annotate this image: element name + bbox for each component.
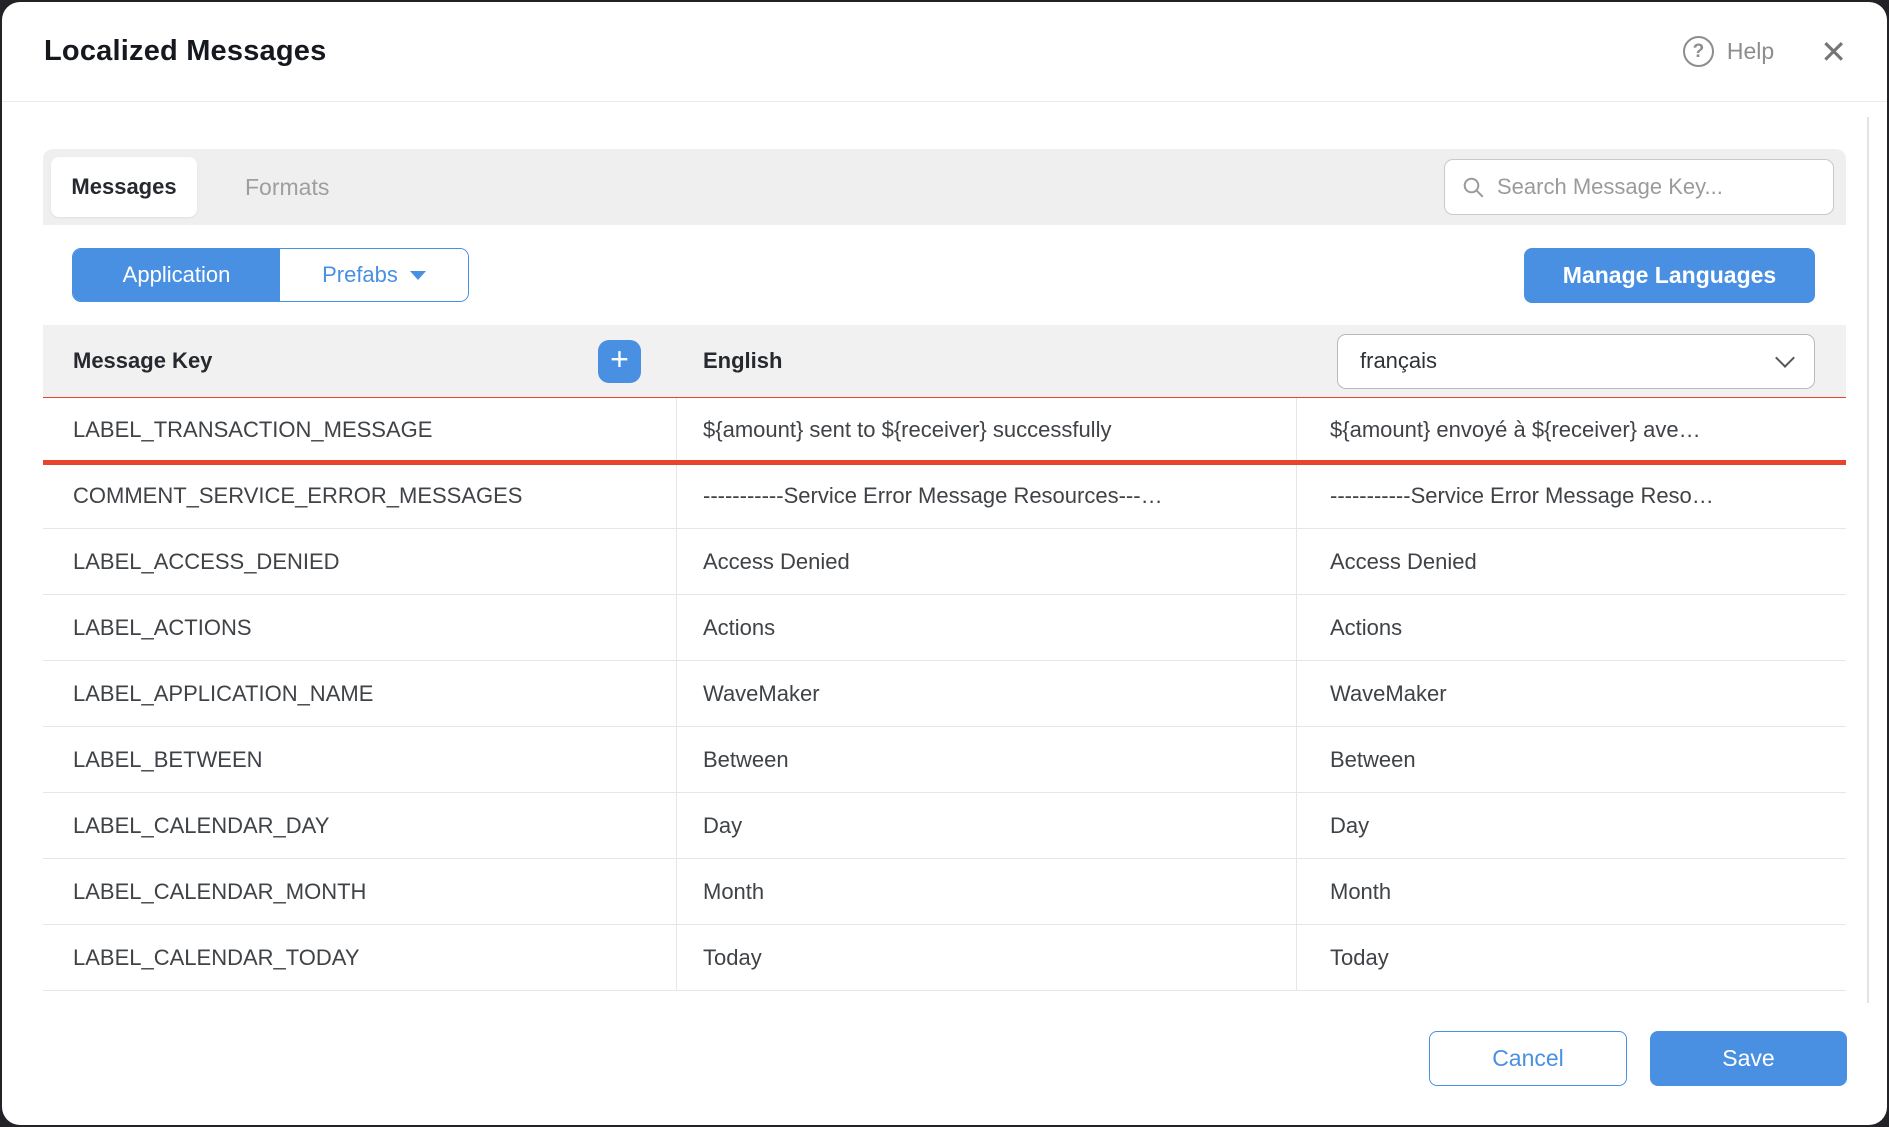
help-icon: ?: [1683, 36, 1714, 67]
english-cell[interactable]: WaveMaker: [677, 661, 1297, 726]
english-cell[interactable]: Month: [677, 859, 1297, 924]
toolbar-row: Application Prefabs Manage Languages: [43, 225, 1846, 325]
application-button[interactable]: Application: [73, 249, 280, 301]
search-input[interactable]: [1497, 174, 1817, 200]
table-row[interactable]: LABEL_ACTIONS Actions Actions: [43, 595, 1846, 661]
table-row[interactable]: COMMENT_SERVICE_ERROR_MESSAGES ---------…: [43, 463, 1846, 529]
table-body: LABEL_TRANSACTION_MESSAGE ${amount} sent…: [43, 397, 1846, 991]
prefabs-dropdown-button[interactable]: Prefabs: [280, 249, 468, 301]
message-key-cell[interactable]: LABEL_CALENDAR_TODAY: [43, 925, 677, 990]
dialog-header: Localized Messages ? Help ✕: [2, 2, 1887, 102]
page-title: Localized Messages: [44, 35, 1683, 68]
dialog-footer: Cancel Save: [2, 991, 1887, 1125]
manage-languages-button[interactable]: Manage Languages: [1524, 248, 1815, 303]
tab-formats[interactable]: Formats: [245, 174, 329, 201]
english-cell[interactable]: -----------Service Error Message Resourc…: [677, 463, 1297, 528]
scrollbar-track[interactable]: [1867, 117, 1869, 1003]
caret-down-icon: [410, 271, 426, 280]
message-key-header-cell: Message Key +: [43, 340, 677, 383]
english-cell[interactable]: Access Denied: [677, 529, 1297, 594]
french-cell[interactable]: ${amount} envoyé à ${receiver} ave…: [1297, 397, 1846, 462]
localized-messages-dialog: Localized Messages ? Help ✕ Messages For…: [2, 2, 1887, 1125]
cancel-button[interactable]: Cancel: [1429, 1031, 1627, 1086]
french-cell[interactable]: Today: [1297, 925, 1846, 990]
message-key-cell[interactable]: LABEL_BETWEEN: [43, 727, 677, 792]
table-row[interactable]: LABEL_CALENDAR_DAY Day Day: [43, 793, 1846, 859]
scope-segmented-control: Application Prefabs: [72, 248, 469, 302]
table-header: Message Key + English français: [43, 325, 1846, 397]
help-button[interactable]: ? Help: [1683, 36, 1774, 67]
english-cell[interactable]: Actions: [677, 595, 1297, 660]
message-key-cell[interactable]: COMMENT_SERVICE_ERROR_MESSAGES: [43, 463, 677, 528]
french-cell[interactable]: Month: [1297, 859, 1846, 924]
table-row[interactable]: LABEL_BETWEEN Between Between: [43, 727, 1846, 793]
plus-icon: +: [610, 343, 629, 375]
language-select-value: français: [1360, 348, 1437, 374]
message-key-cell[interactable]: LABEL_TRANSACTION_MESSAGE: [43, 397, 677, 462]
english-cell[interactable]: Between: [677, 727, 1297, 792]
english-cell[interactable]: ${amount} sent to ${receiver} successful…: [677, 397, 1297, 462]
french-cell[interactable]: Access Denied: [1297, 529, 1846, 594]
english-cell[interactable]: Today: [677, 925, 1297, 990]
language-select[interactable]: français: [1337, 334, 1815, 389]
dialog-body: Messages Formats Application Prefabs Man…: [2, 102, 1887, 991]
french-cell[interactable]: Between: [1297, 727, 1846, 792]
table-row[interactable]: LABEL_APPLICATION_NAME WaveMaker WaveMak…: [43, 661, 1846, 727]
tab-strip: Messages Formats: [43, 149, 1846, 225]
close-icon: ✕: [1820, 34, 1847, 70]
chevron-down-icon: [1775, 348, 1795, 368]
close-button[interactable]: ✕: [1820, 36, 1847, 68]
message-key-cell[interactable]: LABEL_ACTIONS: [43, 595, 677, 660]
table-row[interactable]: LABEL_TRANSACTION_MESSAGE ${amount} sent…: [43, 397, 1846, 463]
message-key-header-label: Message Key: [73, 348, 212, 374]
language-header-cell: français: [1297, 334, 1846, 389]
tab-messages[interactable]: Messages: [51, 157, 197, 217]
search-box: [1444, 159, 1834, 215]
add-message-key-button[interactable]: +: [598, 340, 641, 383]
search-icon: [1461, 175, 1485, 199]
message-key-cell[interactable]: LABEL_CALENDAR_DAY: [43, 793, 677, 858]
french-cell[interactable]: -----------Service Error Message Reso…: [1297, 463, 1846, 528]
message-key-cell[interactable]: LABEL_APPLICATION_NAME: [43, 661, 677, 726]
message-key-cell[interactable]: LABEL_CALENDAR_MONTH: [43, 859, 677, 924]
english-cell[interactable]: Day: [677, 793, 1297, 858]
table-row[interactable]: LABEL_CALENDAR_TODAY Today Today: [43, 925, 1846, 991]
french-cell[interactable]: WaveMaker: [1297, 661, 1846, 726]
french-cell[interactable]: Day: [1297, 793, 1846, 858]
table-row[interactable]: LABEL_CALENDAR_MONTH Month Month: [43, 859, 1846, 925]
table-row[interactable]: LABEL_ACCESS_DENIED Access Denied Access…: [43, 529, 1846, 595]
prefabs-label: Prefabs: [322, 262, 398, 288]
message-key-cell[interactable]: LABEL_ACCESS_DENIED: [43, 529, 677, 594]
english-header-cell: English: [677, 348, 1297, 374]
french-cell[interactable]: Actions: [1297, 595, 1846, 660]
save-button[interactable]: Save: [1650, 1031, 1847, 1086]
help-label: Help: [1727, 38, 1774, 65]
